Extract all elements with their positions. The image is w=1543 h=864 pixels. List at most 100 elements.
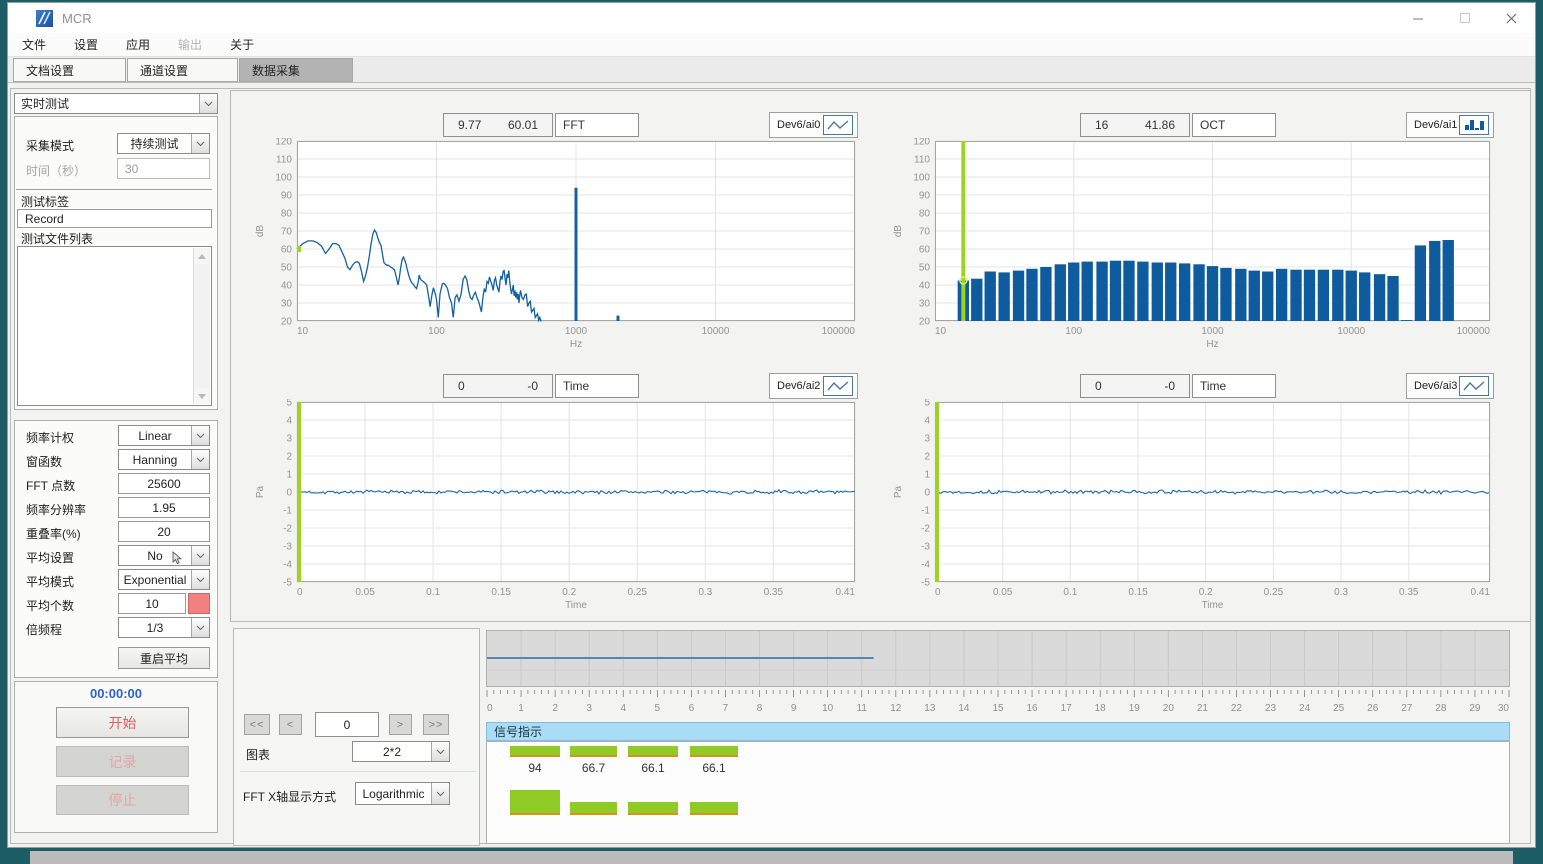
menu-about[interactable]: 关于 bbox=[216, 36, 268, 53]
svg-text:0: 0 bbox=[297, 587, 303, 598]
svg-text:10000: 10000 bbox=[1337, 326, 1365, 337]
minimize-button[interactable] bbox=[1394, 3, 1441, 33]
svg-text:18: 18 bbox=[1095, 703, 1107, 714]
record-timeline[interactable]: 0123456789101112131415161718192021222324… bbox=[486, 630, 1510, 718]
freq-weighting-select[interactable]: Linear bbox=[118, 425, 210, 446]
average-setting-label: 平均设置 bbox=[26, 549, 74, 566]
svg-text:27: 27 bbox=[1401, 703, 1413, 714]
svg-text:40: 40 bbox=[919, 281, 931, 292]
next-page-button[interactable]: > bbox=[389, 714, 412, 735]
octave-value: 1/3 bbox=[119, 618, 191, 637]
svg-text:2: 2 bbox=[924, 452, 930, 463]
tab-document-settings[interactable]: 文档设置 bbox=[13, 58, 126, 82]
maximize-button[interactable] bbox=[1441, 3, 1488, 33]
time2-cursor-readout: 0 -0 bbox=[443, 374, 553, 398]
fft-xaxis-select[interactable]: Logarithmic bbox=[355, 782, 450, 805]
svg-text:90: 90 bbox=[281, 191, 293, 202]
svg-text:90: 90 bbox=[919, 191, 931, 202]
tab-channel-settings[interactable]: 通道设置 bbox=[127, 58, 238, 82]
octave-label: 倍频程 bbox=[26, 621, 62, 638]
svg-text:23: 23 bbox=[1265, 703, 1277, 714]
window-function-select[interactable]: Hanning bbox=[118, 449, 210, 470]
average-setting-select[interactable]: No bbox=[118, 545, 210, 566]
freq-resolution-input[interactable]: 1.95 bbox=[118, 497, 210, 518]
svg-text:0.1: 0.1 bbox=[426, 587, 440, 598]
svg-text:Pa: Pa bbox=[893, 485, 904, 498]
time3-chart-plot[interactable]: 00.050.10.150.20.250.30.350.41-5-4-3-2-1… bbox=[879, 399, 1524, 611]
svg-text:Pa: Pa bbox=[255, 485, 266, 498]
dropdown-arrow-icon[interactable] bbox=[191, 426, 209, 445]
test-label-input[interactable]: Record bbox=[17, 209, 212, 228]
signal-value: 66.1 bbox=[623, 761, 683, 775]
fft-chart-plot[interactable]: 1010010001000010000020304050607080901001… bbox=[237, 138, 873, 350]
page-index-box[interactable]: 0 bbox=[315, 712, 379, 737]
time2-chart-plot[interactable]: 00.050.10.150.20.250.30.350.41-5-4-3-2-1… bbox=[237, 399, 873, 611]
dropdown-arrow-icon[interactable] bbox=[199, 94, 217, 113]
svg-text:5: 5 bbox=[924, 399, 930, 409]
time2-channel-box[interactable]: Dev6/ai2 bbox=[769, 373, 858, 399]
mouse-cursor-icon bbox=[172, 551, 182, 565]
restart-average-button[interactable]: 重启平均 bbox=[118, 647, 210, 669]
dropdown-arrow-icon[interactable] bbox=[191, 134, 209, 153]
oct-cursor-readout: 16 41.86 bbox=[1080, 113, 1190, 137]
dropdown-arrow-icon[interactable] bbox=[191, 570, 209, 589]
oct-channel-box[interactable]: Dev6/ai1 bbox=[1406, 112, 1494, 138]
octave-select[interactable]: 1/3 bbox=[118, 617, 210, 638]
bottom-strip bbox=[30, 851, 1513, 864]
menu-settings[interactable]: 设置 bbox=[60, 36, 112, 53]
panel-divider bbox=[240, 771, 476, 772]
menu-application[interactable]: 应用 bbox=[112, 36, 164, 53]
dropdown-arrow-icon[interactable] bbox=[191, 618, 209, 637]
svg-text:70: 70 bbox=[281, 227, 293, 238]
test-file-listbox[interactable] bbox=[17, 246, 212, 406]
close-button[interactable] bbox=[1488, 3, 1535, 33]
window-title: MCR bbox=[62, 11, 92, 26]
signal-value: 94 bbox=[505, 761, 565, 775]
tab-data-acquisition[interactable]: 数据采集 bbox=[239, 58, 353, 82]
time3-cursor-readout: 0 -0 bbox=[1080, 374, 1190, 398]
oct-cursor-x: 16 bbox=[1095, 118, 1108, 132]
dropdown-arrow-icon[interactable] bbox=[191, 450, 209, 469]
svg-text:0.35: 0.35 bbox=[1399, 587, 1419, 598]
oct-chart-plot[interactable]: 1010010001000010000020304050607080901001… bbox=[879, 138, 1524, 350]
freq-weighting-value: Linear bbox=[119, 426, 191, 445]
fft-points-input[interactable]: 25600 bbox=[118, 473, 210, 494]
svg-text:0.1: 0.1 bbox=[1063, 587, 1077, 598]
acquisition-mode-select[interactable]: 持续测试 bbox=[117, 133, 210, 154]
scrollbar-down-icon[interactable] bbox=[194, 388, 209, 404]
dropdown-arrow-icon[interactable] bbox=[431, 783, 449, 804]
average-mode-select[interactable]: Exponential bbox=[118, 569, 210, 590]
svg-text:10: 10 bbox=[297, 326, 309, 337]
fft-cursor-y: 60.01 bbox=[508, 118, 538, 132]
line-chart-icon bbox=[1459, 376, 1489, 396]
time3-channel-box[interactable]: Dev6/ai3 bbox=[1406, 373, 1494, 399]
fft-cursor-readout: 9.77 60.01 bbox=[443, 113, 553, 137]
average-count-input[interactable]: 10 bbox=[118, 593, 186, 614]
svg-text:16: 16 bbox=[1027, 703, 1039, 714]
first-page-button[interactable]: << bbox=[244, 714, 270, 735]
overlap-label: 重叠率(%) bbox=[26, 525, 81, 542]
last-page-button[interactable]: >> bbox=[423, 714, 449, 735]
line-chart-icon bbox=[823, 376, 853, 396]
menu-file[interactable]: 文件 bbox=[8, 36, 60, 53]
scrollbar-up-icon[interactable] bbox=[194, 248, 209, 264]
svg-text:0.3: 0.3 bbox=[1334, 587, 1348, 598]
svg-text:100: 100 bbox=[913, 173, 930, 184]
fft-channel-box[interactable]: Dev6/ai0 bbox=[769, 112, 858, 138]
prev-page-button[interactable]: < bbox=[279, 714, 302, 735]
overlap-input[interactable]: 20 bbox=[118, 521, 210, 542]
svg-text:10: 10 bbox=[822, 703, 834, 714]
chart-layout-select[interactable]: 2*2 bbox=[352, 741, 450, 762]
dropdown-arrow-icon[interactable] bbox=[431, 742, 449, 761]
svg-text:1: 1 bbox=[924, 470, 930, 481]
dropdown-arrow-icon[interactable] bbox=[191, 546, 209, 565]
svg-text:Time: Time bbox=[1202, 600, 1224, 611]
start-button[interactable]: 开始 bbox=[56, 707, 189, 738]
svg-text:20: 20 bbox=[919, 317, 931, 328]
svg-text:80: 80 bbox=[919, 209, 931, 220]
svg-text:dB: dB bbox=[893, 225, 904, 238]
listbox-scrollbar[interactable] bbox=[193, 248, 210, 404]
svg-text:60: 60 bbox=[281, 245, 293, 256]
test-mode-select[interactable]: 实时测试 bbox=[14, 93, 218, 114]
time3-cursor-y: -0 bbox=[1164, 379, 1175, 393]
